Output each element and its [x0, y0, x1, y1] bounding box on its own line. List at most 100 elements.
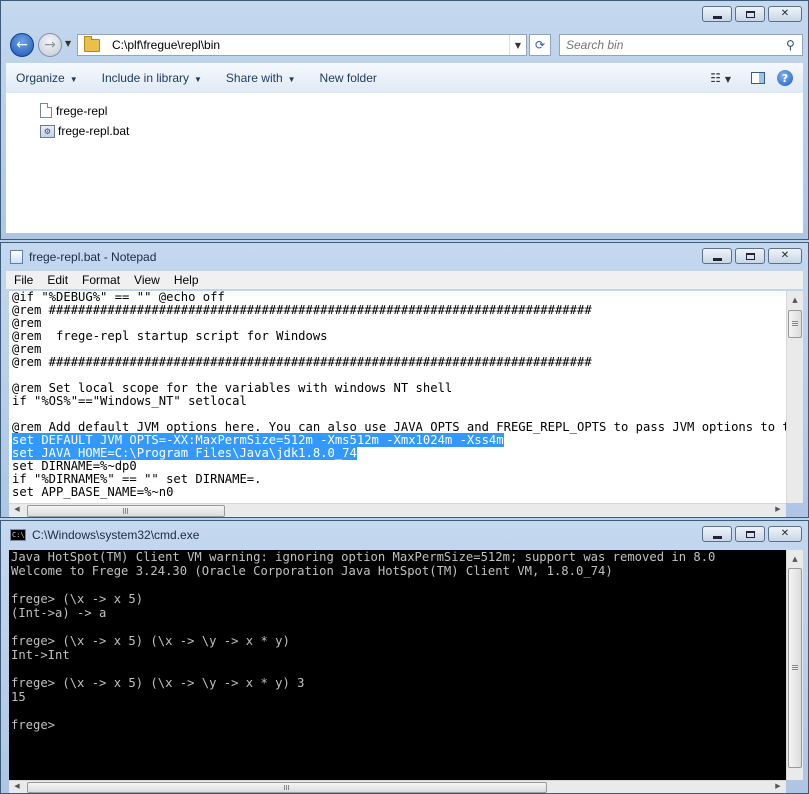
recent-pages-dropdown[interactable]: ▼ — [65, 39, 71, 48]
text-editor[interactable]: @if "%DEBUG%" == "" @echo off @rem ######… — [9, 291, 786, 503]
editor-line: set APP_BASE_NAME=%~n0 — [12, 485, 174, 499]
console-line: Welcome to Frege 3.24.30 (Oracle Corpora… — [11, 564, 613, 578]
horizontal-scrollbar[interactable]: ◀ ▶ — [9, 780, 786, 793]
organize-label: Organize — [16, 71, 65, 85]
preview-pane-icon[interactable] — [751, 72, 765, 84]
close-button[interactable]: ✕ — [768, 526, 802, 542]
console-line: Java HotSpot(TM) Client VM warning: igno… — [11, 550, 716, 564]
selected-text: set JAVA_HOME=C:\Program Files\Java\jdk1… — [12, 446, 357, 460]
help-icon[interactable]: ? — [777, 70, 793, 86]
vertical-scrollbar[interactable]: ▲ — [786, 291, 803, 503]
console-line: frege> (\x -> x 5) — [11, 592, 144, 606]
menu-format[interactable]: Format — [74, 273, 126, 287]
minimize-icon — [712, 257, 722, 261]
file-name: frege-repl.bat — [58, 124, 130, 138]
maximize-button[interactable] — [735, 526, 765, 542]
maximize-icon — [745, 10, 755, 18]
search-input[interactable] — [560, 37, 786, 53]
vertical-scrollbar[interactable]: ▲ — [786, 550, 803, 780]
menu-file[interactable]: File — [6, 273, 39, 287]
change-view-button[interactable]: ☷ ▼ — [702, 71, 739, 85]
close-icon: ✕ — [780, 8, 790, 19]
selected-text: set DEFAULT_JVM_OPTS=-XX:MaxPermSize=512… — [12, 433, 504, 447]
refresh-icon: ⟳ — [534, 38, 546, 52]
horizontal-scrollbar[interactable]: ◀ ▶ — [9, 503, 786, 517]
minimize-button[interactable] — [702, 248, 732, 264]
include-in-library-button[interactable]: Include in library ▼ — [92, 71, 212, 85]
console-line: (Int->a) -> a — [11, 606, 107, 620]
scroll-right-icon[interactable]: ▶ — [770, 505, 786, 513]
address-bar[interactable]: C:\plf\fregue\repl\bin ▼ — [77, 34, 527, 56]
console-output[interactable]: Java HotSpot(TM) Client VM warning: igno… — [9, 550, 786, 793]
console-line: 15 — [11, 690, 26, 704]
scroll-up-icon[interactable]: ▲ — [787, 550, 803, 567]
chevron-down-icon: ▼ — [287, 75, 296, 84]
file-name: frege-repl — [56, 103, 108, 118]
menu-help[interactable]: Help — [166, 273, 205, 287]
explorer-window: ✕ ← → ▼ C:\plf\fregue\repl\bin ▼ ⟳ ⚲ Org… — [0, 0, 809, 240]
scroll-left-icon[interactable]: ◀ — [9, 782, 25, 790]
address-dropdown-icon[interactable]: ▼ — [509, 35, 526, 55]
search-icon[interactable]: ⚲ — [786, 38, 802, 52]
window-controls: ✕ — [702, 6, 802, 22]
view-icon: ☷ — [710, 71, 722, 85]
forward-arrow-icon: → — [44, 37, 56, 53]
new-folder-button[interactable]: New folder — [310, 71, 387, 85]
maximize-button[interactable] — [735, 248, 765, 264]
console-line: frege> — [11, 718, 56, 732]
close-icon: ✕ — [780, 528, 790, 539]
console-line: frege> (\x -> x 5) (\x -> \y -> x * y) 3 — [11, 676, 305, 690]
editor-line: @rem ###################################… — [12, 355, 592, 369]
minimize-button[interactable] — [702, 526, 732, 542]
editor-line: if "%OS%"=="Windows_NT" setlocal — [12, 394, 247, 408]
minimize-icon — [712, 15, 722, 19]
scroll-thumb[interactable] — [27, 505, 225, 517]
window-controls: ✕ — [702, 526, 802, 542]
batch-file-icon: ⚙ — [40, 124, 55, 138]
window-title: C:\Windows\system32\cmd.exe — [32, 528, 200, 542]
scroll-thumb[interactable] — [788, 310, 802, 338]
editor-line: @rem ###################################… — [12, 303, 592, 317]
back-button[interactable]: ← — [10, 33, 34, 57]
share-with-button[interactable]: Share with ▼ — [216, 71, 306, 85]
maximize-button[interactable] — [735, 6, 765, 22]
search-box[interactable]: ⚲ — [559, 34, 803, 56]
command-bar: Organize ▼ Include in library ▼ Share with… — [6, 63, 803, 94]
scroll-thumb[interactable] — [788, 568, 802, 768]
minimize-icon — [712, 535, 722, 539]
forward-button[interactable]: → — [38, 33, 62, 57]
window-title: frege-repl.bat - Notepad — [29, 250, 157, 264]
close-icon: ✕ — [780, 250, 790, 261]
file-icon — [40, 103, 52, 118]
file-item-frege-repl-bat[interactable]: ⚙ frege-repl.bat — [40, 124, 129, 138]
console-line: frege> (\x -> x 5) (\x -> \y -> x * y) — [11, 634, 290, 648]
window-controls: ✕ — [702, 248, 802, 264]
folder-icon — [84, 35, 100, 52]
address-path[interactable]: C:\plf\fregue\repl\bin — [112, 38, 509, 52]
refresh-button[interactable]: ⟳ — [529, 34, 551, 56]
menu-edit[interactable]: Edit — [39, 273, 74, 287]
scroll-up-icon[interactable]: ▲ — [787, 291, 803, 308]
chevron-down-icon: ▼ — [69, 75, 78, 84]
minimize-button[interactable] — [702, 6, 732, 22]
chevron-down-icon: ▼ — [724, 75, 731, 84]
console-line: Int->Int — [11, 648, 70, 662]
notepad-icon — [10, 250, 23, 264]
scroll-left-icon[interactable]: ◀ — [9, 505, 25, 513]
menu-view[interactable]: View — [126, 273, 166, 287]
file-item-frege-repl[interactable]: frege-repl — [40, 103, 107, 118]
include-label: Include in library — [101, 71, 189, 85]
close-button[interactable]: ✕ — [768, 6, 802, 22]
scroll-right-icon[interactable]: ▶ — [770, 782, 786, 790]
editor-line: @rem frege-repl startup script for Windo… — [12, 329, 328, 343]
close-button[interactable]: ✕ — [768, 248, 802, 264]
notepad-window: frege-repl.bat - Notepad ✕ File Edit For… — [0, 242, 809, 518]
organize-button[interactable]: Organize ▼ — [6, 71, 88, 85]
console-icon: C:\ — [10, 529, 26, 541]
scroll-thumb[interactable] — [27, 782, 547, 793]
back-arrow-icon: ← — [16, 37, 28, 53]
chevron-down-icon: ▼ — [194, 75, 202, 84]
